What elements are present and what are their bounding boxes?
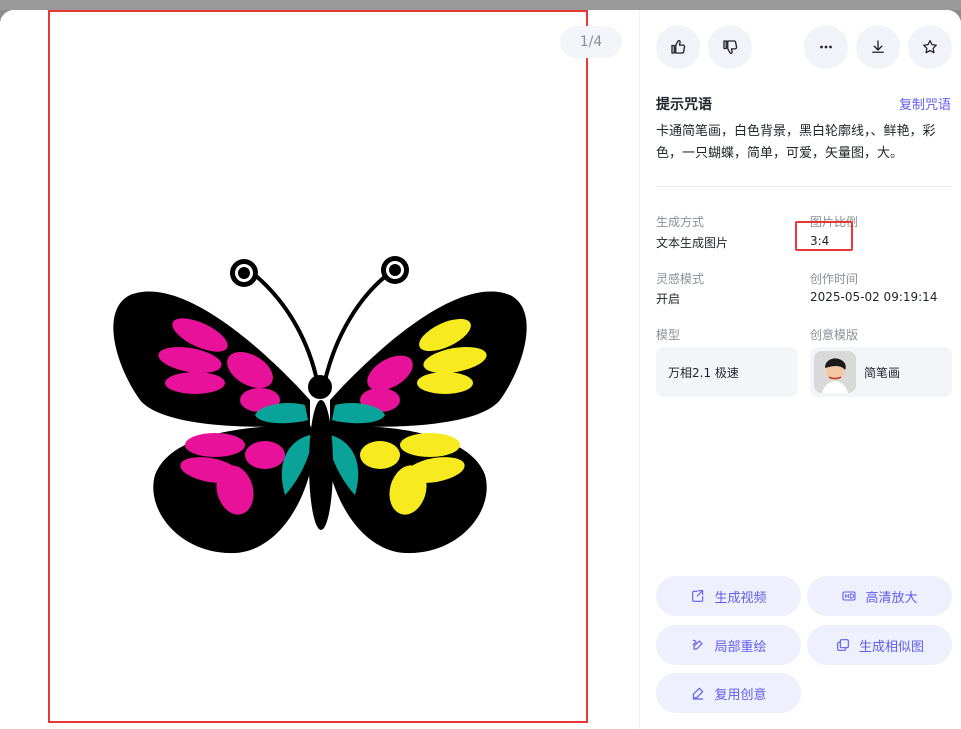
generated-image (60, 235, 580, 555)
background-strip (0, 0, 961, 10)
butterfly-illustration (113, 256, 527, 554)
favorite-button[interactable] (908, 25, 952, 69)
hd-upscale-button[interactable]: 高清放大 (807, 576, 952, 616)
thumbs-down-icon (723, 40, 738, 54)
generation-method-value: 文本生成图片 (656, 236, 729, 250)
copy-image-icon (837, 639, 849, 651)
download-icon (872, 40, 884, 53)
hd-upscale-label: 高清放大 (865, 590, 918, 606)
generate-similar-label: 生成相似图 (858, 639, 924, 655)
copy-prompt-link[interactable]: 复制咒语 (899, 94, 951, 113)
created-time-label: 创作时间 (810, 272, 859, 286)
inspiration-mode-value: 开启 (656, 292, 681, 306)
generation-method-label: 生成方式 (656, 215, 705, 229)
page-counter: 1/4 (560, 26, 622, 58)
divider (656, 186, 952, 187)
download-button[interactable] (856, 25, 900, 69)
hd-icon (842, 591, 857, 601)
avatar-illustration (814, 351, 856, 393)
model-card: 万相2.1 极速 (656, 347, 798, 397)
template-avatar (814, 351, 856, 393)
created-time-value: 2025-05-02 09:19:14 (810, 290, 938, 304)
reuse-idea-label: 复用创意 (714, 687, 767, 703)
prompt-title: 提示咒语 (656, 97, 712, 113)
share-export-icon (692, 590, 704, 602)
like-button[interactable] (656, 25, 700, 69)
dislike-button[interactable] (708, 25, 752, 69)
generate-similar-button[interactable]: 生成相似图 (807, 625, 952, 665)
brush-icon (693, 639, 704, 650)
prompt-text: 卡通简笔画，白色背景，黑白轮廓线，、鲜艳，彩色，一只蝴蝶，简单，可爱，矢量图，大… (656, 124, 936, 161)
inspiration-mode-label: 灵感模式 (656, 272, 705, 286)
edit-icon (693, 687, 704, 700)
reuse-idea-button[interactable]: 复用创意 (656, 673, 801, 713)
thumbs-up-icon (671, 40, 686, 54)
more-button[interactable] (804, 25, 848, 69)
model-value: 万相2.1 极速 (668, 365, 739, 380)
star-icon (923, 39, 937, 54)
generate-video-label: 生成视频 (714, 590, 767, 606)
more-icon (820, 45, 832, 49)
local-repaint-label: 局部重绘 (714, 639, 767, 655)
image-detail-modal: 1/4 提示咒语 复制咒语 卡通简笔画，白色背景，黑白轮廓线，、鲜艳，彩色，一只… (0, 10, 961, 729)
template-label: 创意模版 (810, 328, 859, 342)
template-value: 简笔画 (864, 365, 901, 380)
model-label: 模型 (656, 328, 681, 342)
image-viewer: 1/4 (0, 10, 639, 729)
template-card[interactable]: 简笔画 (810, 347, 952, 397)
local-repaint-button[interactable]: 局部重绘 (656, 625, 801, 665)
aspect-ratio-highlight (795, 221, 853, 251)
detail-panel: 提示咒语 复制咒语 卡通简笔画，白色背景，黑白轮廓线，、鲜艳，彩色，一只蝴蝶，简… (639, 10, 961, 729)
generate-video-button[interactable]: 生成视频 (656, 576, 801, 616)
